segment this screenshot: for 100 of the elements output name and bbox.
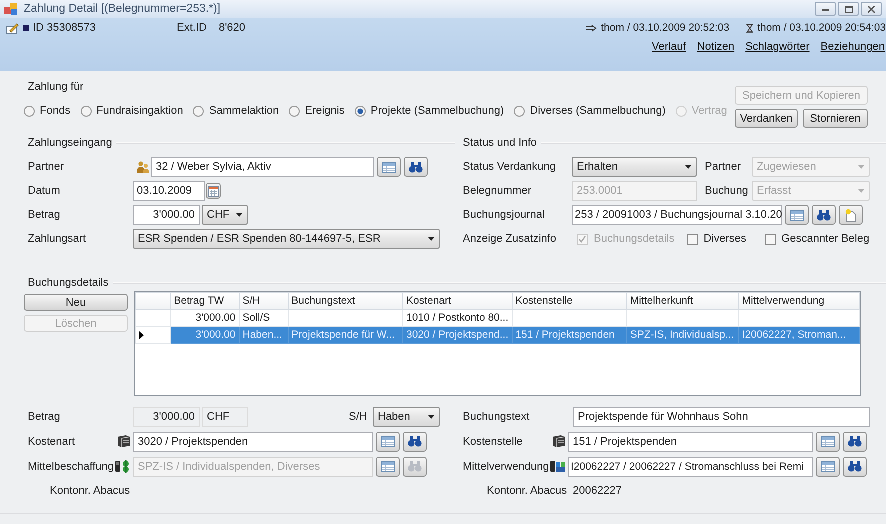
dropdown[interactable]: CHF	[202, 205, 248, 225]
field-label: Belegnummer	[463, 185, 532, 197]
row-header[interactable]	[136, 326, 171, 344]
field-label: Kontonr. Abacus	[50, 485, 130, 497]
header-link[interactable]: Schlagwörter	[746, 41, 810, 55]
table-cell: Haben...	[239, 326, 288, 344]
window-title: Zahlung Detail [(Belegnummer=253.*)]	[24, 3, 221, 15]
radio-option[interactable]: Fonds	[24, 105, 71, 117]
text-field[interactable]: CHF	[202, 407, 248, 427]
text-field[interactable]: 03.10.2009	[133, 181, 205, 201]
people-icon	[136, 160, 150, 174]
new-button[interactable]	[839, 205, 863, 225]
table-icon	[381, 436, 395, 447]
edit-icon	[6, 22, 19, 34]
search-button[interactable]	[812, 205, 836, 225]
close-icon	[868, 6, 875, 12]
ext-id-value: 8'620	[218, 22, 246, 34]
close-button[interactable]	[861, 2, 882, 16]
maximize-icon	[844, 6, 852, 12]
minimize-button[interactable]	[815, 2, 836, 16]
grid-button[interactable]: Neu	[24, 294, 128, 311]
field-label: Buchung	[705, 185, 748, 197]
table-button[interactable]	[785, 205, 809, 225]
book-icon	[117, 435, 131, 448]
header-link[interactable]: Verlauf	[652, 41, 686, 55]
row-pointer-icon	[139, 330, 144, 340]
table-icon	[821, 436, 835, 447]
dropdown[interactable]: Haben	[373, 407, 440, 427]
text-field[interactable]: 151 / Projektspenden	[568, 432, 813, 452]
column-header[interactable]: Mittelverwendung	[738, 292, 860, 310]
column-header[interactable]: Kostenart	[402, 292, 512, 310]
field-label: Mittelverwendung	[463, 460, 550, 472]
calendar-icon	[208, 186, 219, 196]
column-header[interactable]: Betrag TW	[170, 292, 240, 310]
table-icon	[790, 210, 804, 220]
text-field[interactable]: 3020 / Projektspenden	[133, 432, 373, 452]
dropdown[interactable]: Erhalten	[572, 157, 697, 177]
field-label: S/H	[349, 411, 368, 423]
field-label: Betrag	[28, 209, 60, 221]
field-label: Status Verdankung	[463, 161, 556, 173]
radio-option[interactable]: Fundraisingaktion	[80, 105, 184, 117]
binoculars-icon	[409, 162, 423, 172]
search-button[interactable]	[843, 456, 867, 476]
text-field[interactable]: 32 / Weber Sylvia, Aktiv	[151, 157, 374, 177]
radio-option[interactable]: Ereignis	[289, 105, 345, 117]
binoculars-icon	[408, 436, 422, 447]
caret-icon	[858, 189, 865, 193]
section-label: Zahlung für	[28, 81, 85, 93]
text-field[interactable]: I20062227 / 20062227 / Stromanschluss bei Remi	[568, 456, 813, 476]
square-icon	[23, 25, 29, 31]
column-header[interactable]: Kostenstelle	[512, 292, 627, 310]
field-label: Betrag	[28, 411, 60, 423]
text-field[interactable]: 253 / 20091003 / Buchungsjournal 3.10.20	[572, 205, 782, 225]
checkbox[interactable]: Diverses	[686, 233, 747, 245]
radio-option[interactable]: Sammelaktion	[193, 105, 280, 117]
binoculars-icon	[848, 436, 862, 447]
caret-icon	[685, 165, 692, 169]
table-icon	[821, 461, 835, 472]
checkbox[interactable]: Gescannter Beleg	[764, 233, 870, 245]
column-header[interactable]: S/H	[239, 292, 288, 310]
app-icon	[4, 3, 18, 15]
table-cell: I20062227, Stroman...	[738, 326, 860, 344]
action-button[interactable]: Stornieren	[803, 109, 868, 128]
field-label: Buchungstext	[463, 411, 530, 423]
text-field[interactable]: Projektspende für Wohnhaus Sohn	[573, 407, 870, 427]
text-field[interactable]: 3'000.00	[133, 407, 200, 427]
group-title: Buchungsdetails	[28, 277, 109, 289]
caret-icon	[858, 165, 865, 169]
header-link[interactable]: Beziehungen	[820, 41, 885, 55]
calendar-button[interactable]	[206, 183, 221, 199]
arrow-icon	[586, 24, 598, 32]
field-label: Datum	[28, 185, 60, 197]
text-field[interactable]: 3'000.00	[133, 205, 200, 225]
table-button[interactable]	[376, 456, 400, 476]
action-button[interactable]: Verdanken	[735, 109, 798, 128]
table-button[interactable]	[376, 432, 400, 452]
field-label: Kontonr. Abacus	[487, 485, 568, 497]
table-cell: 151 / Projektspenden	[512, 326, 627, 344]
radio-option[interactable]: Diverses (Sammelbuchung)	[514, 105, 666, 117]
modified-info: thom / 03.10.2009 20:54:03	[758, 22, 886, 34]
field-label: Partner	[28, 161, 64, 173]
search-button[interactable]	[403, 432, 427, 452]
dropdown[interactable]: ESR Spenden / ESR Spenden 80-144697-5, ESR	[133, 229, 440, 249]
new-document-icon	[845, 208, 857, 222]
search-button[interactable]	[843, 432, 867, 452]
header-link[interactable]: Notizen	[697, 41, 735, 55]
search-button[interactable]	[404, 157, 428, 177]
binoculars-icon	[408, 461, 422, 472]
table-button[interactable]	[377, 157, 401, 177]
column-header[interactable]: Mittelherkunft	[626, 292, 739, 310]
table-button[interactable]	[816, 432, 840, 452]
group-title: Status und Info	[463, 137, 537, 149]
account-number: 20062227	[573, 485, 622, 497]
table-button[interactable]	[816, 456, 840, 476]
search-button[interactable]	[403, 456, 427, 476]
radio-option[interactable]: Projekte (Sammelbuchung)	[354, 105, 504, 117]
money-icon	[115, 460, 131, 473]
maximize-button[interactable]	[838, 2, 859, 16]
table-cell: 3020 / Projektspend...	[402, 326, 512, 344]
column-header[interactable]: Buchungstext	[288, 292, 403, 310]
